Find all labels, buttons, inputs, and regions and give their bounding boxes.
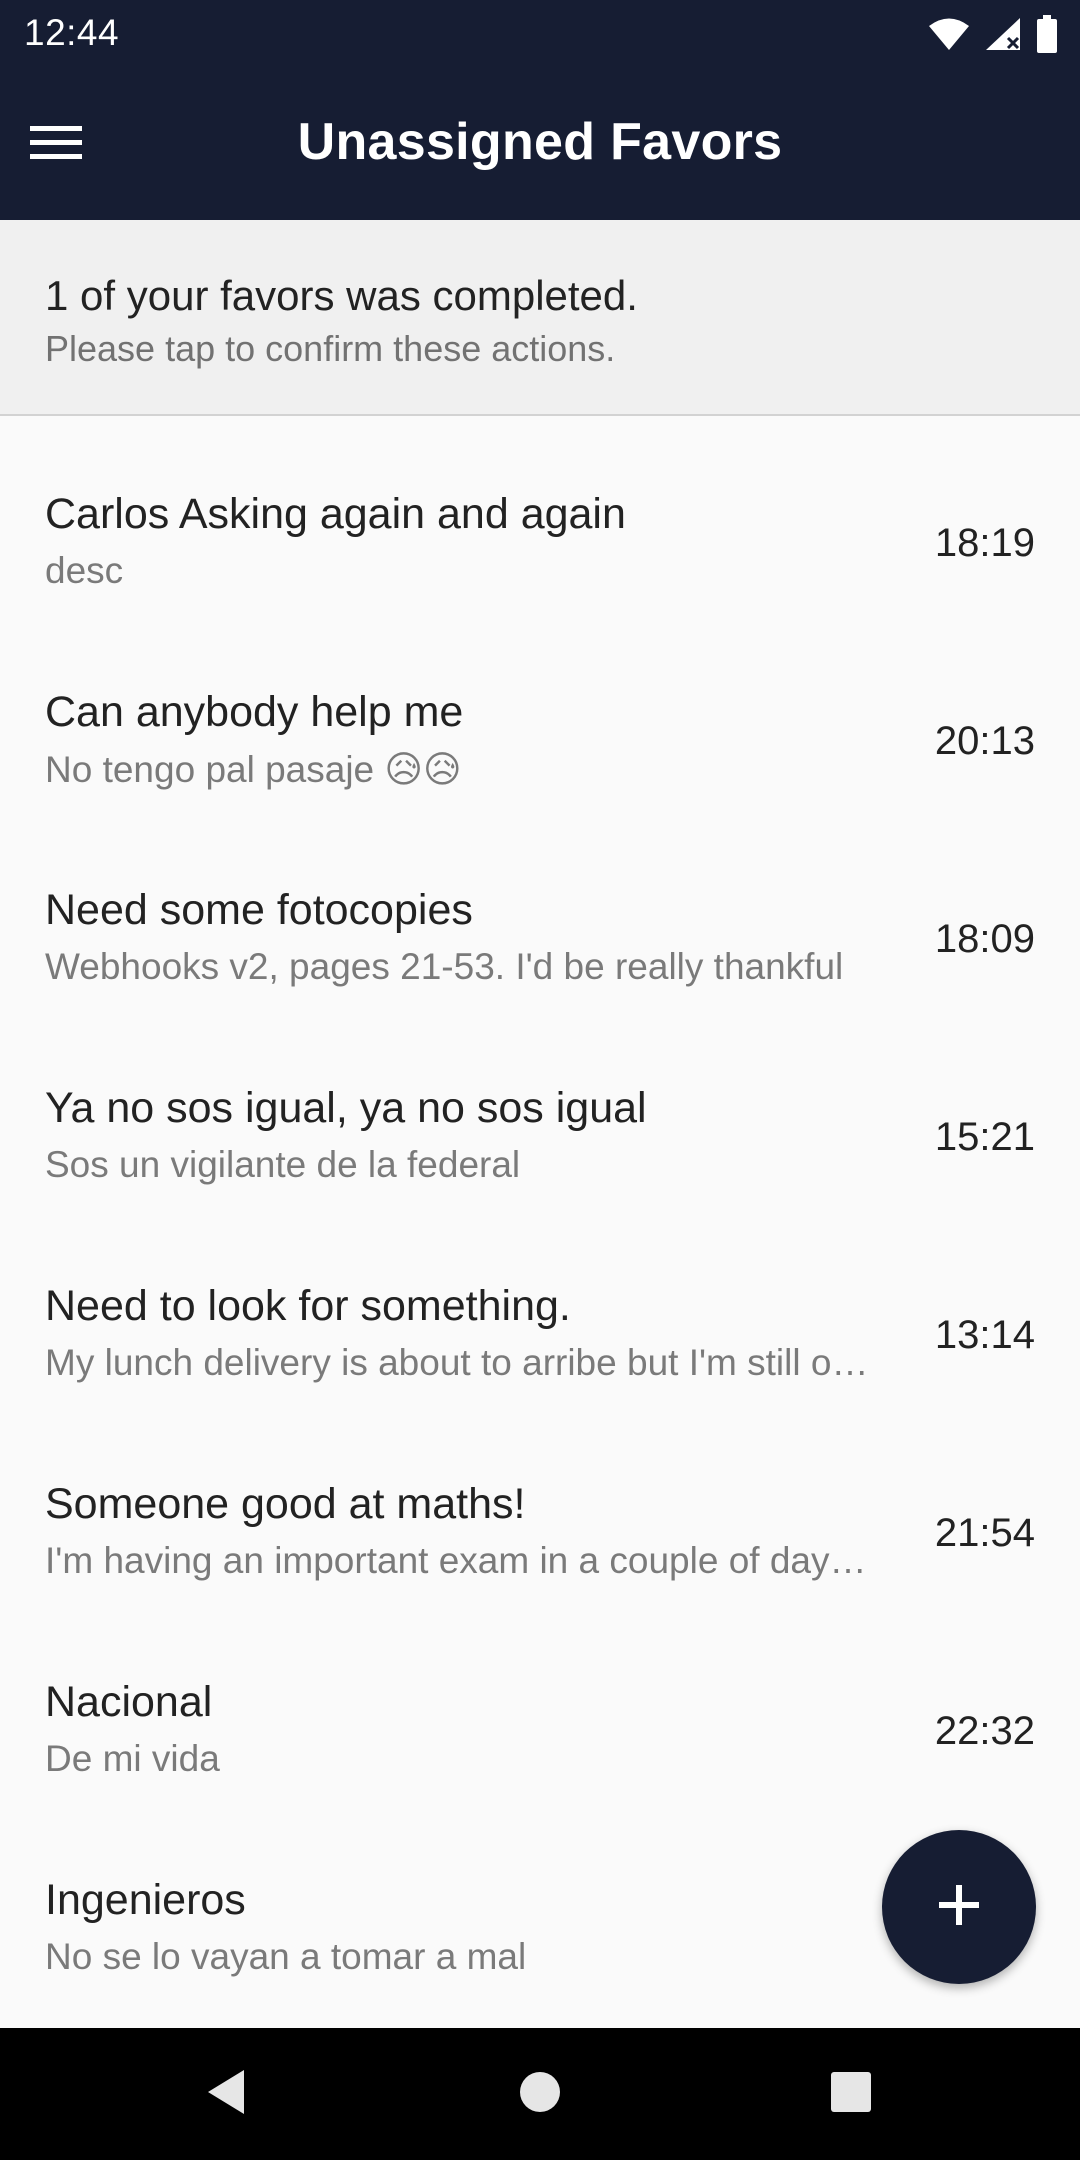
list-item[interactable]: Need to look for something. My lunch del… (0, 1210, 1080, 1408)
list-item[interactable]: Can anybody help me No tengo pal pasaje … (0, 616, 1080, 814)
list-item[interactable]: Nacional De mi vida 22:32 (0, 1606, 1080, 1804)
banner-subtitle: Please tap to confirm these actions. (45, 328, 616, 369)
recents-button[interactable] (811, 2058, 891, 2130)
favor-list[interactable]: Carlos Asking again and again desc 18:19… (0, 418, 1080, 2028)
favor-description: Sos un vigilante de la federal (45, 1144, 521, 1185)
favor-description: I'm having an important exam in a couple… (45, 1540, 867, 1581)
favor-time: 18:19 (934, 521, 1035, 565)
add-favor-button[interactable] (882, 1830, 1036, 1984)
favor-time: 13:14 (934, 1313, 1035, 1357)
favor-description: My lunch delivery is about to arribe but… (45, 1342, 869, 1383)
favor-time: 15:21 (934, 1115, 1035, 1159)
list-item[interactable]: Ya no sos igual, ya no sos igual Sos un … (0, 1012, 1080, 1210)
list-item[interactable]: Carlos Asking again and again desc 18:19 (0, 418, 1080, 616)
app-bar: Unassigned Favors (0, 66, 1080, 220)
favor-time: 18:09 (934, 917, 1035, 961)
banner-title: 1 of your favors was completed. (45, 272, 638, 319)
favor-description: De mi vida (45, 1738, 220, 1779)
favor-title: Ya no sos igual, ya no sos igual (45, 1084, 647, 1132)
favor-time: 20:13 (934, 719, 1035, 763)
list-item[interactable]: Someone good at maths! I'm having an imp… (0, 1408, 1080, 1606)
status-icons (928, 14, 1058, 54)
favor-title: Need to look for something. (45, 1282, 571, 1330)
recents-icon (829, 2070, 873, 2119)
signal-icon (984, 16, 1022, 52)
home-button[interactable] (500, 2058, 580, 2130)
back-icon (204, 2068, 248, 2121)
status-bar: 12:44 (0, 0, 1080, 66)
favor-title: Carlos Asking again and again (45, 490, 626, 538)
favor-description: Webhooks v2, pages 21-53. I'd be really … (45, 946, 844, 987)
add-icon (937, 1883, 981, 1932)
favor-title: Nacional (45, 1678, 213, 1726)
home-icon (518, 2070, 562, 2119)
page-title: Unassigned Favors (297, 113, 783, 171)
list-item[interactable]: Need some fotocopies Webhooks v2, pages … (0, 814, 1080, 1012)
favor-description: desc (45, 550, 124, 591)
status-time: 12:44 (24, 12, 120, 53)
favor-time: 22:32 (934, 1709, 1035, 1753)
screen: 12:44 Unassigned Favors 1 of your favors… (0, 0, 1080, 2160)
favor-time: 21:54 (934, 1511, 1035, 1555)
battery-icon (1036, 15, 1058, 53)
completed-favors-banner[interactable]: 1 of your favors was completed. Please t… (0, 220, 1080, 416)
wifi-icon (928, 17, 970, 51)
back-button[interactable] (186, 2058, 266, 2130)
favor-title: Ingenieros (45, 1876, 246, 1924)
favor-description: No se lo vayan a tomar a mal (45, 1936, 527, 1977)
favor-title: Can anybody help me (45, 688, 464, 736)
favor-description: No tengo pal pasaje 😥😥 (45, 749, 462, 790)
favor-title: Someone good at maths! (45, 1480, 526, 1528)
favor-title: Need some fotocopies (45, 886, 473, 934)
navigation-bar (0, 2028, 1080, 2160)
